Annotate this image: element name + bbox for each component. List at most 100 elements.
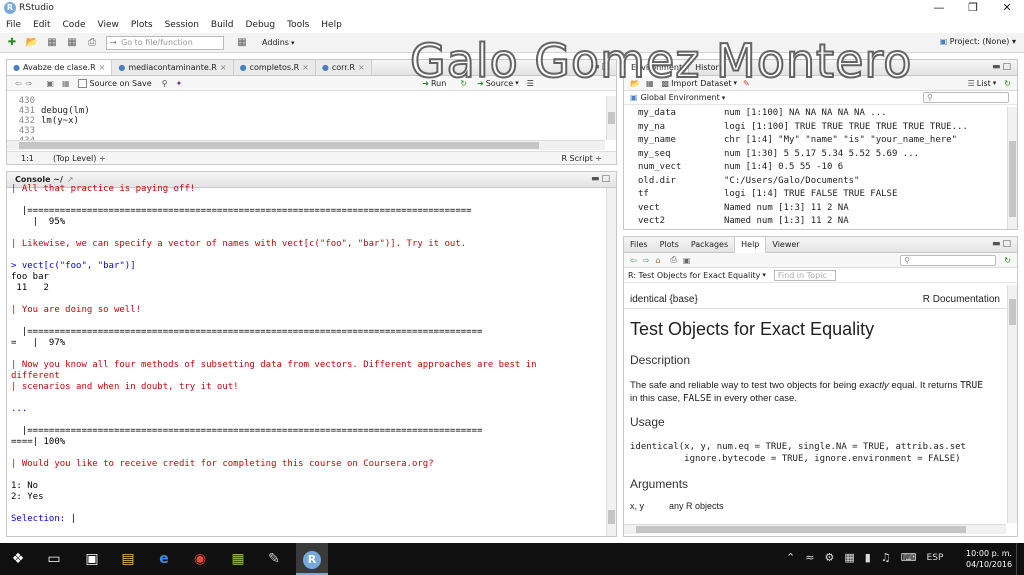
source-on-save-checkbox[interactable]: [77, 78, 87, 88]
print-icon[interactable]: ⎙: [84, 36, 100, 50]
env-row[interactable]: vect2 Named num [1:3] 11 2 NA: [624, 215, 1006, 229]
pane-window-controls[interactable]: ▬□: [992, 239, 1013, 249]
show-desktop-button[interactable]: [1016, 543, 1024, 575]
menu-view[interactable]: View: [98, 20, 119, 30]
close-tab-icon[interactable]: ×: [358, 60, 365, 75]
save-icon[interactable]: ▦: [44, 36, 60, 50]
console-output[interactable]: | All that practice is paying off! |====…: [11, 184, 605, 534]
show-in-window-icon[interactable]: ▣: [46, 79, 54, 88]
wifi-icon[interactable]: ≈: [805, 551, 814, 564]
forward-arrow-icon[interactable]: ⇨: [26, 79, 33, 88]
help-search-input[interactable]: ⚲: [900, 254, 997, 266]
task-view-icon[interactable]: ▭: [42, 547, 66, 571]
env-search-input[interactable]: ⚲: [923, 92, 1009, 103]
help-arguments: x, y any R objects: [630, 501, 724, 511]
env-row[interactable]: tf logi [1:4] TRUE FALSE TRUE FALSE: [624, 188, 1006, 202]
tab-file-3[interactable]: ● completos.R ×: [233, 60, 316, 75]
menu-plots[interactable]: Plots: [131, 20, 153, 30]
close-button[interactable]: ✕: [990, 0, 1024, 17]
keyboard-icon[interactable]: ⌨: [901, 551, 917, 564]
close-tab-icon[interactable]: ×: [220, 60, 227, 75]
env-vscroll[interactable]: [1007, 107, 1017, 229]
menu-code[interactable]: Code: [63, 20, 86, 30]
env-row[interactable]: my_na logi [1:100] TRUE TRUE TRUE TRUE TR…: [624, 121, 1006, 135]
file-type-selector[interactable]: R Script ÷: [561, 154, 602, 163]
tab-file-4[interactable]: ● corr.R ×: [315, 60, 372, 75]
tab-file-2[interactable]: ● mediacontaminante.R ×: [112, 60, 234, 75]
volume-icon[interactable]: ♫: [881, 551, 891, 564]
find-in-topic-input[interactable]: Find in Topic: [773, 269, 836, 281]
calculator-icon[interactable]: ▦: [226, 547, 250, 571]
menu-edit[interactable]: Edit: [33, 20, 50, 30]
view-mode-menu[interactable]: List: [977, 79, 991, 88]
notes-icon[interactable]: ✎: [262, 547, 286, 571]
edge-icon[interactable]: e: [152, 547, 176, 571]
magic-wand-icon[interactable]: ✦: [176, 79, 183, 88]
editor-vscroll[interactable]: [606, 96, 616, 140]
tray-up-icon[interactable]: ⌃: [786, 551, 795, 564]
back-arrow-icon[interactable]: ⇦: [630, 256, 637, 265]
close-tab-icon[interactable]: ×: [99, 60, 106, 75]
env-row[interactable]: my_data num [1:100] NA NA NA NA NA ...: [624, 107, 1006, 121]
minimize-button[interactable]: —: [922, 0, 956, 17]
addins-menu[interactable]: Addins: [262, 38, 289, 47]
menu-debug[interactable]: Debug: [246, 20, 276, 30]
maximize-button[interactable]: ❐: [956, 0, 990, 17]
save-icon[interactable]: ▦: [62, 79, 70, 88]
chrome-icon[interactable]: ◉: [188, 547, 212, 571]
language-indicator[interactable]: ESP: [927, 553, 944, 563]
close-tab-icon[interactable]: ×: [302, 60, 309, 75]
tab-packages[interactable]: Packages: [685, 237, 734, 253]
pane-window-controls[interactable]: ▬□: [992, 62, 1013, 72]
menu-session[interactable]: Session: [165, 20, 199, 30]
help-topic-selector[interactable]: R: Test Objects for Exact Equality: [628, 271, 760, 280]
chevron-down-icon: ▾: [992, 79, 997, 87]
help-toolbar: ⇦ ⇨ ⌂ ⎙ ▣ ⚲ ↻: [624, 253, 1017, 268]
env-scope-selector[interactable]: Global Environment: [641, 93, 720, 102]
rstudio-taskbar-icon[interactable]: R: [296, 543, 328, 575]
workspace-panes-icon[interactable]: ▦: [234, 36, 250, 50]
show-in-window-icon[interactable]: ▣: [683, 256, 691, 265]
tray-app-icon[interactable]: ⚙: [824, 551, 834, 564]
code-line: debug(lm): [41, 106, 90, 116]
print-icon[interactable]: ⎙: [670, 255, 676, 265]
env-row[interactable]: my_seq num [1:30] 5 5.17 5.34 5.52 5.69 .…: [624, 148, 1006, 162]
save-all-icon[interactable]: ▦: [64, 36, 80, 50]
env-row[interactable]: old.dir "C:/Users/Galo/Documents": [624, 175, 1006, 189]
pane-window-controls[interactable]: ▬□: [591, 174, 612, 184]
tab-help[interactable]: Help: [734, 236, 767, 253]
search-icon[interactable]: ⚲: [162, 79, 168, 88]
menu-build[interactable]: Build: [211, 20, 234, 30]
windows-start-icon[interactable]: ❖: [6, 547, 30, 571]
home-icon[interactable]: ⌂: [655, 256, 660, 265]
tab-viewer[interactable]: Viewer: [766, 237, 805, 253]
tab-file-1[interactable]: ● Avabze de clase.R ×: [7, 60, 113, 75]
battery-icon[interactable]: ▮: [865, 551, 871, 564]
clock[interactable]: 10:00 p. m. 04/10/2016: [966, 548, 1012, 570]
refresh-icon[interactable]: ↻: [1004, 256, 1011, 265]
help-vscroll[interactable]: [1007, 285, 1017, 523]
menu-help[interactable]: Help: [321, 20, 342, 30]
help-hscroll[interactable]: [624, 524, 1006, 534]
env-row[interactable]: vect Named num [1:3] 11 2 NA: [624, 202, 1006, 216]
refresh-icon[interactable]: ↻: [1004, 79, 1011, 88]
menu-file[interactable]: File: [6, 20, 21, 30]
env-row[interactable]: num_vect num [1:4] 0.5 55 -10 6: [624, 161, 1006, 175]
scope-selector[interactable]: (Top Level) ÷: [53, 154, 106, 163]
env-row[interactable]: my_name chr [1:4] "My" "name" "is" "your_…: [624, 134, 1006, 148]
forward-arrow-icon[interactable]: ⇨: [643, 256, 650, 265]
editor-hscroll[interactable]: [7, 140, 605, 150]
goto-file-input[interactable]: → Go to file/function: [106, 35, 224, 50]
menu-tools[interactable]: Tools: [287, 20, 309, 30]
open-folder-icon[interactable]: 📂: [24, 36, 40, 50]
new-file-icon[interactable]: ✚: [4, 36, 20, 50]
network-icon[interactable]: ▦: [844, 551, 854, 564]
project-menu[interactable]: ▣ Project: (None) ▾: [940, 37, 1016, 46]
console-vscroll[interactable]: [606, 188, 616, 536]
tab-plots[interactable]: Plots: [654, 237, 685, 253]
file-explorer-icon[interactable]: ▤: [116, 547, 140, 571]
tab-files[interactable]: Files: [624, 237, 654, 253]
console-goto-icon[interactable]: ↗: [67, 175, 74, 184]
back-arrow-icon[interactable]: ⇦: [15, 79, 22, 88]
store-icon[interactable]: ▣: [80, 547, 104, 571]
